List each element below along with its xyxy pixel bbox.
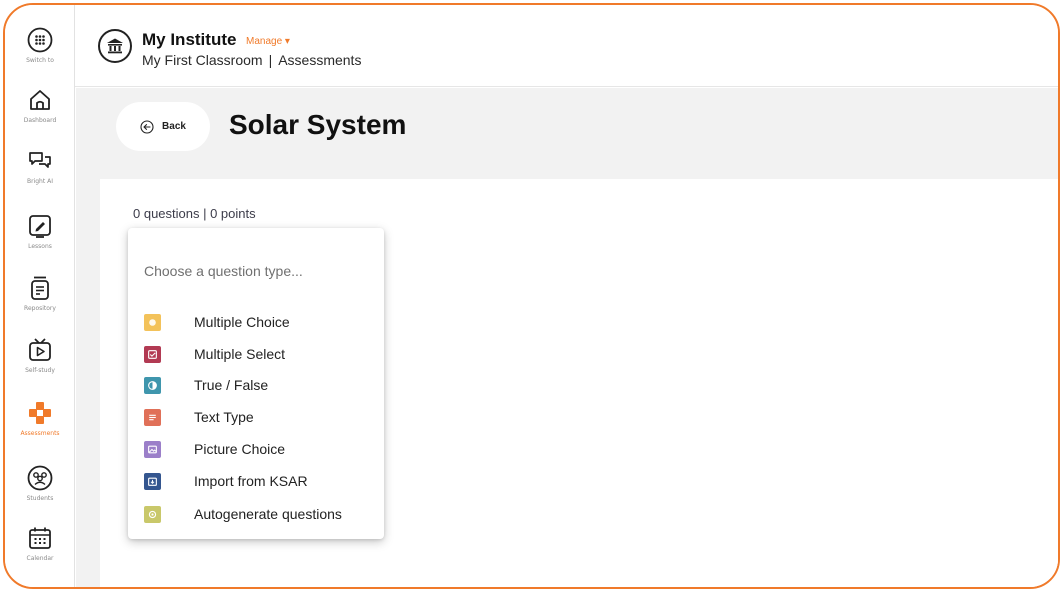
sidebar-item-label: Assessments <box>20 430 60 437</box>
question-type-menu: Choose a question type... Multiple Choic… <box>128 228 384 539</box>
autogenerate-icon <box>144 505 161 523</box>
true-false-icon <box>144 376 161 394</box>
menu-item-multiple-choice[interactable]: Multiple Choice <box>128 307 384 337</box>
menu-item-picture-choice[interactable]: Picture Choice <box>128 434 384 464</box>
menu-item-label: Autogenerate questions <box>194 506 342 522</box>
sidebar: Switch to Dashboard Bright AI Lessons Re… <box>5 5 75 587</box>
sidebar-item-dashboard[interactable]: Dashboard <box>5 87 75 143</box>
sidebar-item-lessons[interactable]: Lessons <box>5 213 75 269</box>
page-title: Solar System <box>229 109 407 140</box>
sidebar-item-switch-to[interactable]: Switch to <box>5 27 75 83</box>
multiple-select-icon <box>144 345 161 363</box>
institute-name: My Institute <box>142 30 237 49</box>
sidebar-item-students[interactable]: Students <box>5 465 75 521</box>
sidebar-item-label: Bright AI <box>27 178 53 185</box>
edit-board-icon <box>29 215 51 238</box>
breadcrumb: My First Classroom | Assessments <box>142 52 361 68</box>
title-band: Back Solar System <box>76 88 1058 171</box>
menu-item-multiple-select[interactable]: Multiple Select <box>128 339 384 369</box>
sidebar-item-label: Students <box>26 495 54 502</box>
sidebar-item-label: Dashboard <box>23 117 57 124</box>
breadcrumb-section[interactable]: Assessments <box>278 52 361 68</box>
menu-item-autogenerate[interactable]: Autogenerate questions <box>128 499 384 529</box>
breadcrumb-classroom[interactable]: My First Classroom <box>142 52 263 68</box>
question-points-summary: 0 questions | 0 points <box>133 206 256 221</box>
apps-grid-icon <box>27 27 53 53</box>
breadcrumb-separator: | <box>268 52 273 68</box>
manage-dropdown[interactable]: Manage ▾ <box>246 36 290 47</box>
students-group-icon <box>27 465 53 491</box>
sidebar-item-self-study[interactable]: Self-study <box>5 337 75 393</box>
institute-icon <box>98 29 132 63</box>
menu-item-label: Text Type <box>194 409 254 425</box>
back-button-label: Back <box>162 121 186 132</box>
import-icon <box>144 472 161 490</box>
menu-item-label: Multiple Choice <box>194 314 290 330</box>
menu-item-text-type[interactable]: Text Type <box>128 402 384 432</box>
text-type-icon <box>144 408 161 426</box>
picture-choice-icon <box>144 440 161 458</box>
sidebar-item-bright-ai[interactable]: Bright AI <box>5 148 75 204</box>
home-icon <box>30 90 50 110</box>
back-button[interactable]: Back <box>116 102 210 151</box>
menu-item-label: True / False <box>194 377 269 393</box>
chat-bubbles-icon <box>29 152 51 168</box>
menu-item-label: Multiple Select <box>194 346 286 362</box>
sidebar-item-label: Lessons <box>28 243 52 250</box>
back-arrow-icon <box>140 119 154 134</box>
play-tv-icon <box>29 338 51 361</box>
puzzle-icon <box>29 402 51 424</box>
menu-item-label: Picture Choice <box>194 441 286 457</box>
sidebar-item-label: Switch to <box>26 57 54 64</box>
sidebar-item-assessments[interactable]: Assessments <box>5 400 75 456</box>
sidebar-item-label: Calendar <box>26 555 54 562</box>
question-type-hint: Choose a question type... <box>144 263 303 279</box>
sidebar-item-label: Repository <box>24 305 56 312</box>
sidebar-item-repository[interactable]: Repository <box>5 275 75 331</box>
menu-item-import-ksar[interactable]: Import from KSAR <box>128 466 384 496</box>
menu-item-label: Import from KSAR <box>194 473 308 489</box>
calendar-icon <box>29 527 51 549</box>
sidebar-item-calendar[interactable]: Calendar <box>5 525 75 581</box>
multiple-choice-icon <box>144 313 161 331</box>
sidebar-item-label: Self-study <box>25 367 55 374</box>
top-header: My Institute Manage ▾ My First Classroom… <box>75 5 1058 87</box>
menu-item-true-false[interactable]: True / False <box>128 370 384 400</box>
document-stack-icon <box>31 276 49 300</box>
